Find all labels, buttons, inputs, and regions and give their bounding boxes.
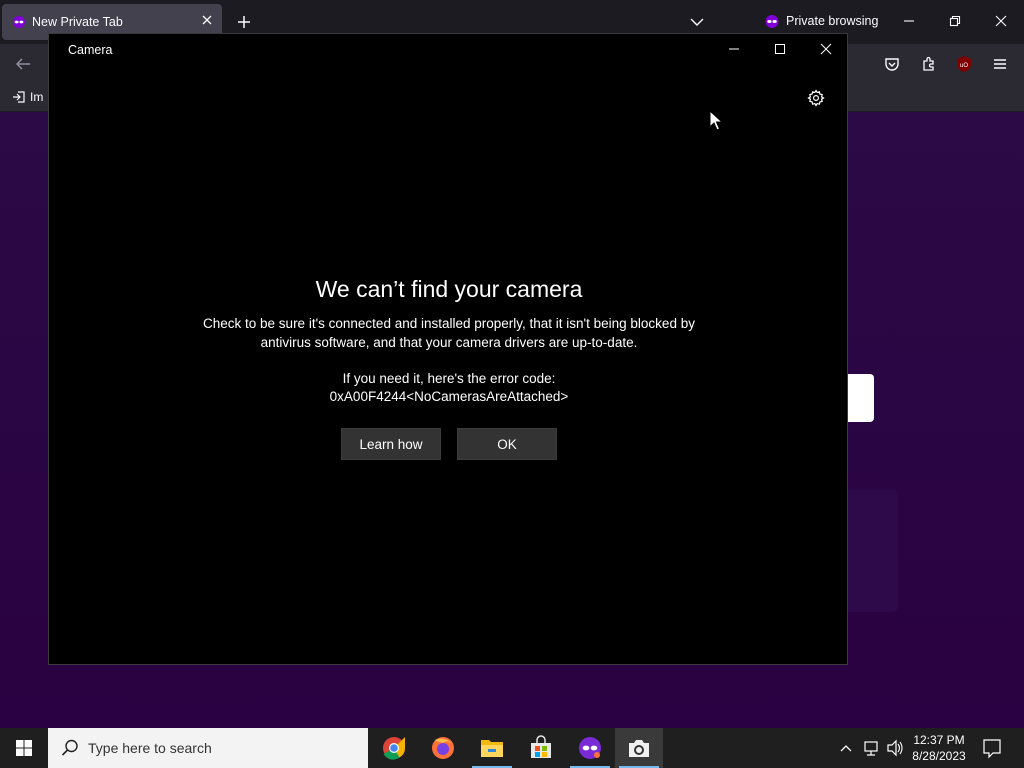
- taskbar-search-box[interactable]: Type here to search: [48, 728, 368, 768]
- minimize-icon[interactable]: [727, 42, 741, 56]
- import-bookmarks-button[interactable]: Im: [12, 90, 43, 104]
- tab-title: New Private Tab: [32, 15, 123, 29]
- browser-restore-icon[interactable]: [948, 14, 962, 28]
- taskbar-app-file-explorer[interactable]: [468, 728, 516, 768]
- windows-start-icon[interactable]: [0, 728, 48, 768]
- firefox-icon: [432, 737, 454, 759]
- show-hidden-icons-chevron-icon[interactable]: [838, 728, 854, 768]
- taskbar-app-firefox[interactable]: [419, 728, 467, 768]
- tab-close-icon[interactable]: [200, 13, 214, 27]
- gear-icon[interactable]: [807, 89, 825, 107]
- maximize-icon[interactable]: [773, 42, 787, 56]
- import-bookmarks-label: Im: [30, 90, 44, 104]
- ok-button[interactable]: OK: [457, 428, 557, 460]
- private-browsing-label: Private browsing: [786, 14, 879, 28]
- import-icon: [13, 91, 25, 103]
- browser-close-icon[interactable]: [994, 14, 1008, 28]
- hamburger-menu-icon[interactable]: [991, 55, 1009, 73]
- learn-how-button[interactable]: Learn how: [341, 428, 441, 460]
- taskbar-app-chrome[interactable]: [370, 728, 418, 768]
- error-actions: Learn how OK: [49, 428, 849, 460]
- firefox-private-icon: [579, 737, 601, 759]
- camera-app-window: Camera We can’t find your camera Check t…: [48, 33, 848, 665]
- file-explorer-icon: [481, 740, 503, 757]
- error-code: 0xA00F4244<NoCamerasAreAttached>: [329, 389, 569, 404]
- back-arrow-icon[interactable]: [14, 56, 32, 72]
- notification-center-icon[interactable]: [982, 728, 1002, 768]
- taskbar-app-firefox-private[interactable]: [566, 728, 614, 768]
- extensions-puzzle-icon[interactable]: [920, 55, 938, 73]
- private-mask-icon: [765, 15, 779, 28]
- taskbar-app-camera[interactable]: [615, 728, 663, 768]
- window-title: Camera: [68, 43, 113, 57]
- microsoft-store-icon: [531, 735, 551, 758]
- network-icon[interactable]: [862, 728, 880, 768]
- error-code-label: If you need it, here's the error code:: [342, 371, 556, 386]
- pocket-icon[interactable]: [883, 55, 901, 73]
- camera-icon: [629, 740, 649, 757]
- taskbar-app-microsoft-store[interactable]: [517, 728, 565, 768]
- taskbar: Type here to search 12:37 PM 8/28/2023: [0, 728, 1024, 768]
- search-placeholder: Type here to search: [88, 740, 212, 756]
- clock-time: 12:37 PM: [913, 733, 965, 747]
- clock-date: 8/28/2023: [912, 749, 966, 763]
- ublock-badge: uO: [960, 63, 968, 69]
- camera-error-panel: We can’t find your camera Check to be su…: [49, 274, 849, 460]
- close-icon[interactable]: [819, 42, 833, 56]
- new-tab-plus-icon[interactable]: [236, 14, 252, 30]
- newtab-card: [846, 490, 898, 612]
- ublock-origin-icon[interactable]: uO: [955, 55, 973, 73]
- system-clock[interactable]: 12:37 PM 8/28/2023: [906, 732, 972, 764]
- tab-list-chevron-icon[interactable]: [689, 14, 705, 30]
- mouse-cursor-icon: [709, 110, 723, 131]
- error-description: Check to be sure it's connected and inst…: [203, 316, 695, 350]
- browser-minimize-icon[interactable]: [902, 14, 916, 28]
- error-title: We can’t find your camera: [315, 276, 583, 302]
- newtab-search-box[interactable]: [846, 374, 874, 422]
- private-mask-icon: [13, 16, 25, 28]
- volume-icon[interactable]: [886, 728, 904, 768]
- chrome-icon: [383, 737, 405, 760]
- search-icon: [61, 739, 78, 756]
